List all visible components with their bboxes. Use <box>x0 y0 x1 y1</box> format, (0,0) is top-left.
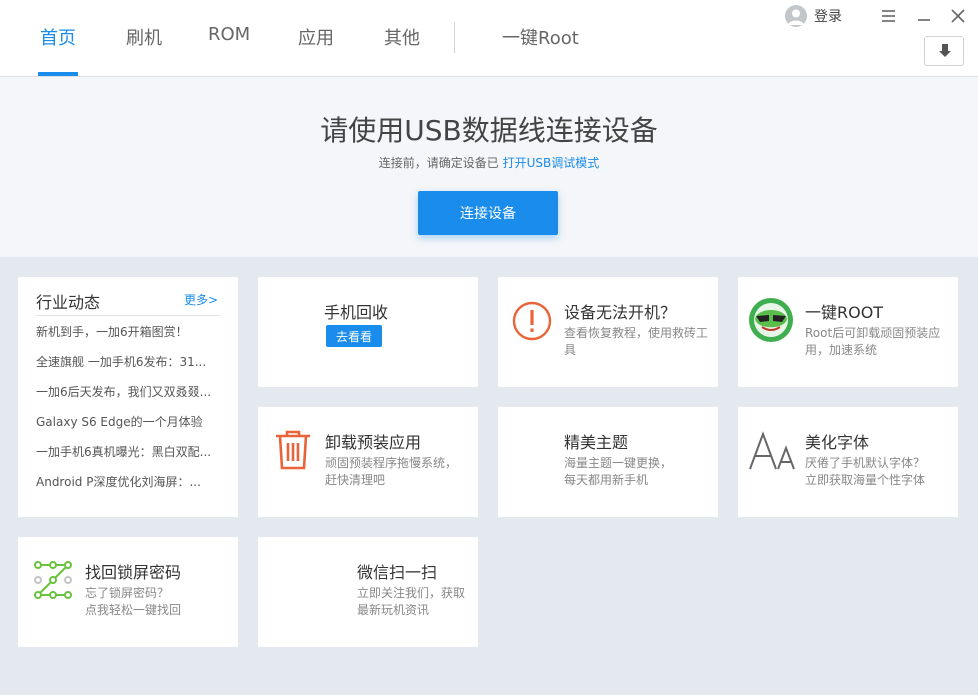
login-button[interactable]: 登录 <box>785 4 842 28</box>
go-see-button[interactable]: 去看看 <box>326 325 382 347</box>
wechat-scan-card[interactable]: 微信扫一扫 立即关注我们，获取 最新玩机资讯 <box>258 537 478 647</box>
root-mascot-icon <box>748 297 794 347</box>
usb-debug-link[interactable]: 打开USB调试模式 <box>503 156 600 170</box>
news-item[interactable]: 全速旗舰 一加手机6发布：31... <box>36 354 216 384</box>
recover-lock-title: 找回锁屏密码 <box>85 563 182 582</box>
font-icon <box>748 431 798 475</box>
minimize-icon[interactable] <box>913 5 935 27</box>
news-item[interactable]: 一加6后天发布，我们又双叒叕... <box>36 384 216 414</box>
recover-lock-desc-line2: 点我轻松一键找回 <box>85 603 182 617</box>
news-divider <box>36 315 220 316</box>
phone-recycle-title: 手机回收 <box>324 303 389 322</box>
wechat-scan-title: 微信扫一扫 <box>357 563 438 582</box>
news-item[interactable]: 一加手机6真机曝光：黑白双配... <box>36 444 216 474</box>
uninstall-title: 卸载预装应用 <box>325 433 422 452</box>
news-title: 行业动态 <box>36 293 101 312</box>
font-card[interactable]: 美化字体 厌倦了手机默认字体？ 立即获取海量个性字体 <box>738 407 958 517</box>
connect-hint-text: 连接前，请确定设备已 <box>378 156 499 170</box>
tab-home[interactable]: 首页 <box>40 24 76 50</box>
device-no-boot-title: 设备无法开机？ <box>564 303 677 322</box>
tab-one-key-root[interactable]: 一键Root <box>502 24 579 50</box>
news-list: 新机到手，一加6开箱图赏！ 全速旗舰 一加手机6发布：31... 一加6后天发布… <box>36 324 216 504</box>
lock-pattern-icon <box>34 561 72 603</box>
device-no-boot-desc: 查看恢复教程，使用救砖工具 <box>564 326 709 357</box>
download-button[interactable] <box>924 36 964 66</box>
recover-lock-password-card[interactable]: 找回锁屏密码 忘了锁屏密码？ 点我轻松一键找回 <box>18 537 238 647</box>
uninstall-desc-line2: 赶快清理吧 <box>325 473 386 487</box>
theme-card[interactable]: 精美主题 海量主题一键更换， 每天都用新手机 <box>498 407 718 517</box>
news-more-link[interactable]: 更多> <box>184 291 218 308</box>
menu-icon[interactable] <box>878 5 900 27</box>
tab-rom[interactable]: ROM <box>208 24 250 45</box>
download-icon <box>939 44 951 57</box>
tab-flash[interactable]: 刷机 <box>126 24 162 50</box>
login-label: 登录 <box>814 9 842 25</box>
wechat-desc-line1: 立即关注我们，获取 <box>357 586 466 600</box>
theme-title: 精美主题 <box>564 433 629 452</box>
one-key-root-title: 一键ROOT <box>805 303 884 322</box>
nav-divider <box>454 22 455 53</box>
connect-hint: 连接前，请确定设备已 打开USB调试模式 <box>0 154 978 171</box>
font-desc-line2: 立即获取海量个性字体 <box>805 473 926 487</box>
wechat-desc-line2: 最新玩机资讯 <box>357 603 430 617</box>
connect-device-button[interactable]: 连接设备 <box>418 191 558 235</box>
warning-icon <box>512 301 552 345</box>
top-bar: 首页 刷机 ROM 应用 其他 一键Root 登录 <box>0 0 978 77</box>
uninstall-desc-line1: 顽固预装程序拖慢系统， <box>325 456 458 470</box>
one-key-root-card[interactable]: 一键ROOT Root后可卸载顽固预装应用，加速系统 <box>738 277 958 387</box>
recover-lock-desc-line1: 忘了锁屏密码？ <box>85 586 170 600</box>
connect-panel: 请使用USB数据线连接设备 连接前，请确定设备已 打开USB调试模式 连接设备 <box>0 77 978 257</box>
device-no-boot-card[interactable]: 设备无法开机？ 查看恢复教程，使用救砖工具 <box>498 277 718 387</box>
font-title: 美化字体 <box>805 433 870 452</box>
active-tab-indicator <box>38 72 78 76</box>
uninstall-preinstalled-card[interactable]: 卸载预装应用 顽固预装程序拖慢系统， 赶快清理吧 <box>258 407 478 517</box>
connect-title: 请使用USB数据线连接设备 <box>320 114 658 147</box>
user-avatar-icon <box>785 5 807 27</box>
theme-desc-line2: 每天都用新手机 <box>564 473 649 487</box>
news-item[interactable]: Android P深度优化刘海屏：... <box>36 474 216 504</box>
news-item[interactable]: 新机到手，一加6开箱图赏！ <box>36 324 216 354</box>
tab-other[interactable]: 其他 <box>384 24 420 50</box>
industry-news-card: 行业动态 更多> 新机到手，一加6开箱图赏！ 全速旗舰 一加手机6发布：31..… <box>18 277 238 517</box>
font-desc-line1: 厌倦了手机默认字体？ <box>805 456 926 470</box>
close-icon[interactable] <box>947 5 969 27</box>
phone-recycle-card[interactable]: 手机回收 去看看 <box>258 277 478 387</box>
one-key-root-desc: Root后可卸载顽固预装应用，加速系统 <box>805 326 941 357</box>
trash-icon <box>274 429 312 475</box>
news-item[interactable]: Galaxy S6 Edge的一个月体验 <box>36 414 216 444</box>
theme-desc-line1: 海量主题一键更换， <box>564 456 673 470</box>
tab-apps[interactable]: 应用 <box>298 24 334 50</box>
